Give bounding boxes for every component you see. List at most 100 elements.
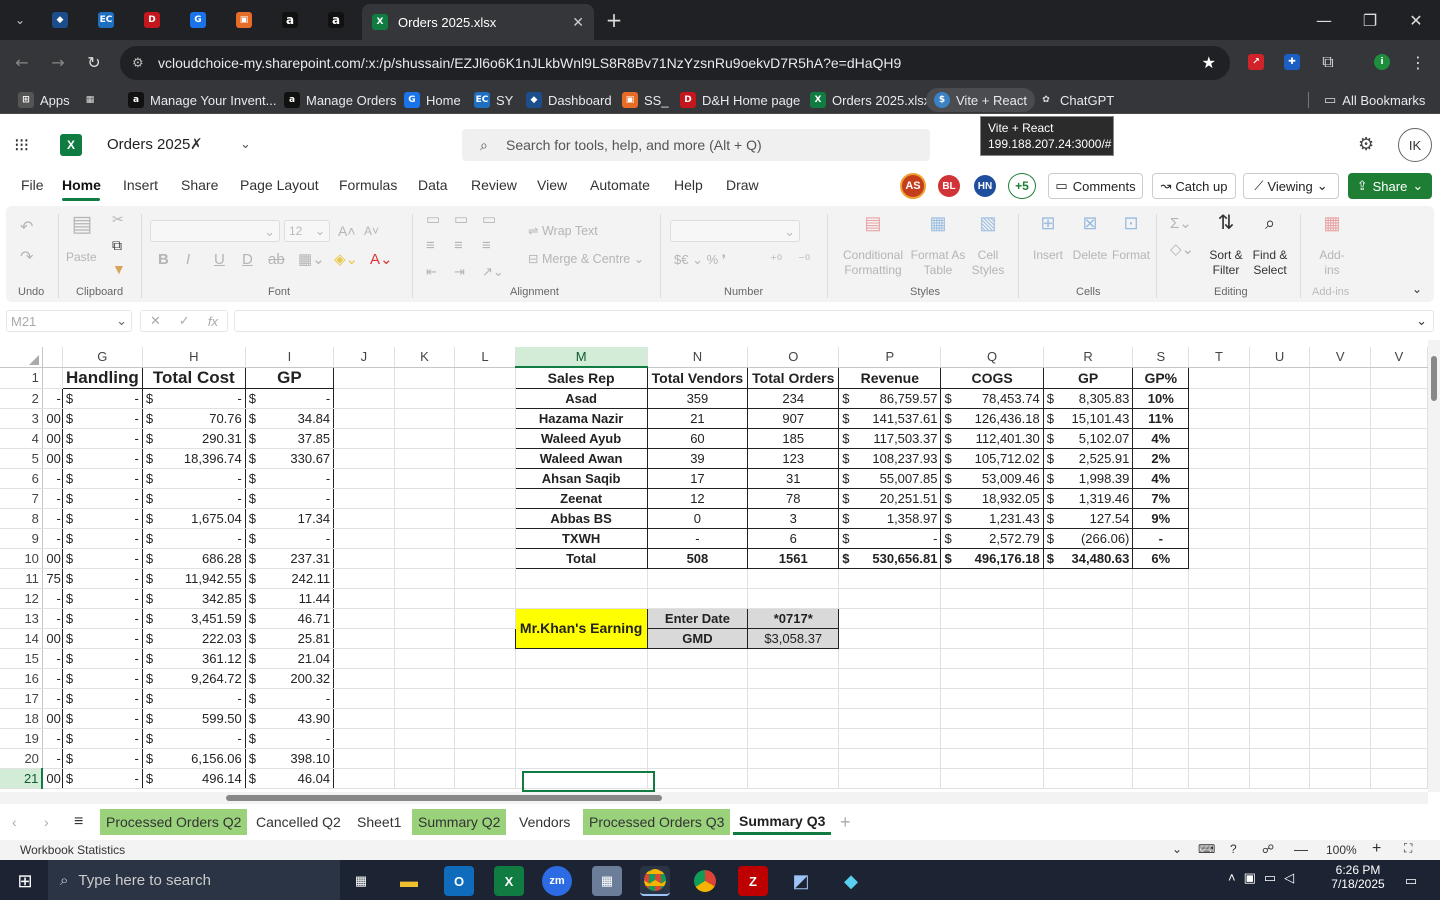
gp-cell[interactable]: $330.67 — [245, 448, 335, 469]
cell-partial[interactable]: - — [42, 528, 63, 549]
empty-cell[interactable] — [1309, 448, 1371, 469]
number-format-buttons[interactable]: $€ ⌄ % ❜ — [674, 252, 726, 267]
orientation-icon[interactable]: ↗⌄ — [482, 264, 504, 279]
row-header[interactable]: 7 — [0, 488, 43, 509]
total-cost-cell[interactable]: $1,675.04 — [142, 508, 246, 529]
increase-font-icon[interactable]: A˄ — [338, 224, 356, 239]
empty-cell[interactable] — [1132, 748, 1190, 769]
chevron-down-icon[interactable]: ⌄ — [1172, 842, 1182, 856]
empty-cell[interactable] — [454, 448, 516, 469]
empty-cell[interactable] — [1188, 408, 1250, 429]
empty-cell[interactable] — [454, 367, 516, 389]
redo-icon[interactable]: ↷ — [20, 250, 33, 266]
empty-cell[interactable] — [454, 668, 516, 689]
format-as-table-button[interactable]: Format As Table — [908, 248, 968, 278]
empty-cell[interactable] — [1188, 428, 1250, 449]
empty-cell[interactable] — [1249, 728, 1311, 749]
bookmark-chatgpt[interactable]: ✿ ChatGPT — [1038, 91, 1114, 109]
empty-cell[interactable] — [1309, 748, 1371, 769]
empty-cell[interactable] — [1249, 448, 1311, 469]
total-vendors-cell[interactable]: 0 — [647, 508, 749, 529]
sheet-tab-processed-orders-q2[interactable]: Processed Orders Q2 — [100, 809, 248, 835]
select-all-corner[interactable] — [0, 347, 43, 368]
more-collaborators[interactable]: +5 — [1008, 173, 1036, 199]
empty-cell[interactable] — [940, 768, 1044, 789]
total-orders-cell[interactable]: 31 — [747, 468, 840, 489]
empty-cell[interactable] — [1309, 508, 1371, 529]
font-color-icon[interactable]: A⌄ — [370, 252, 393, 267]
close-tab-icon[interactable]: ✕ — [572, 14, 584, 31]
empty-cell[interactable] — [747, 708, 840, 729]
empty-cell[interactable] — [838, 708, 942, 729]
empty-cell[interactable] — [394, 668, 456, 689]
empty-cell[interactable] — [1249, 648, 1311, 669]
empty-cell[interactable] — [1249, 628, 1311, 649]
total-orders-cell[interactable]: 185 — [747, 428, 840, 449]
font-size-select[interactable]: 12 ⌄ — [284, 220, 330, 242]
gp-cell[interactable]: $1,319.46 — [1043, 488, 1134, 509]
empty-cell[interactable] — [1188, 488, 1250, 509]
handling-cell[interactable]: $ - — [62, 508, 143, 529]
empty-cell[interactable] — [1043, 648, 1134, 669]
empty-cell[interactable] — [394, 748, 456, 769]
summary-header-cell[interactable]: Sales Rep — [515, 367, 648, 389]
gp-cell[interactable]: $ - — [245, 728, 335, 749]
empty-cell[interactable] — [940, 668, 1044, 689]
empty-cell[interactable] — [1249, 428, 1311, 449]
empty-cell[interactable] — [1132, 608, 1190, 629]
cell-partial[interactable]: - — [42, 388, 63, 409]
find-select-button[interactable]: Find & Select — [1248, 248, 1292, 278]
row-header[interactable]: 3 — [0, 408, 43, 429]
revenue-cell[interactable]: $141,537.61 — [838, 408, 942, 429]
handling-cell[interactable]: $ - — [62, 728, 143, 749]
empty-cell[interactable] — [515, 668, 648, 689]
empty-cell[interactable] — [838, 768, 942, 789]
collaborator-avatar[interactable]: AS — [900, 173, 926, 199]
cell-styles-button[interactable]: Cell Styles — [966, 248, 1010, 278]
total-cost-cell[interactable]: $ - — [142, 488, 246, 509]
empty-cell[interactable] — [1370, 408, 1428, 429]
empty-cell[interactable] — [1370, 568, 1428, 589]
bookmark-apps[interactable]: ⊞ Apps — [18, 91, 70, 109]
empty-cell[interactable] — [1188, 468, 1250, 489]
chrome-active-icon[interactable] — [640, 866, 670, 896]
empty-cell[interactable] — [1043, 588, 1134, 609]
bookmark-star-icon[interactable]: ★ — [1202, 53, 1216, 73]
handling-cell[interactable]: $ - — [62, 548, 143, 569]
total-cogs-cell[interactable]: $496,176.18 — [940, 548, 1044, 569]
empty-cell[interactable] — [940, 708, 1044, 729]
format-cells-button[interactable]: Format — [1110, 248, 1152, 263]
delete-cells-button[interactable]: Delete — [1070, 248, 1110, 263]
empty-cell[interactable] — [647, 648, 749, 669]
empty-cell[interactable] — [394, 448, 456, 469]
cell-partial[interactable]: - — [42, 608, 63, 629]
revenue-cell[interactable]: $86,759.57 — [838, 388, 942, 409]
empty-cell[interactable] — [1249, 688, 1311, 709]
format-painter-icon[interactable]: ▼ — [112, 262, 126, 277]
empty-cell[interactable] — [454, 428, 516, 449]
empty-cell[interactable] — [454, 748, 516, 769]
empty-cell[interactable] — [333, 448, 395, 469]
tab-favicon-7[interactable]: a — [320, 6, 352, 34]
bookmark-ss[interactable]: ▣ SS_ — [622, 91, 669, 109]
row-header[interactable]: 5 — [0, 448, 43, 469]
decrease-decimal-icon[interactable]: ⁻⁰ — [798, 252, 810, 267]
empty-cell[interactable] — [1249, 588, 1311, 609]
revenue-cell[interactable]: $108,237.93 — [838, 448, 942, 469]
empty-cell[interactable] — [1370, 528, 1428, 549]
tab-page-layout[interactable]: Page Layout — [240, 177, 319, 193]
file-explorer-icon[interactable]: ▬ — [394, 866, 424, 896]
empty-cell[interactable] — [333, 668, 395, 689]
empty-cell[interactable] — [1188, 588, 1250, 609]
empty-cell[interactable] — [1309, 628, 1371, 649]
empty-cell[interactable] — [394, 648, 456, 669]
align-center-icon[interactable]: ≡ — [454, 238, 463, 253]
horizontal-scrollbar[interactable] — [0, 792, 1428, 804]
italic-icon[interactable]: I — [186, 252, 190, 267]
empty-cell[interactable] — [838, 728, 942, 749]
cell-partial[interactable]: 00 — [42, 428, 63, 449]
total-orders-cell[interactable]: 3 — [747, 508, 840, 529]
next-sheet-icon[interactable]: › — [38, 809, 55, 835]
total-cost-cell[interactable]: $11,942.55 — [142, 568, 246, 589]
empty-cell[interactable] — [454, 388, 516, 409]
